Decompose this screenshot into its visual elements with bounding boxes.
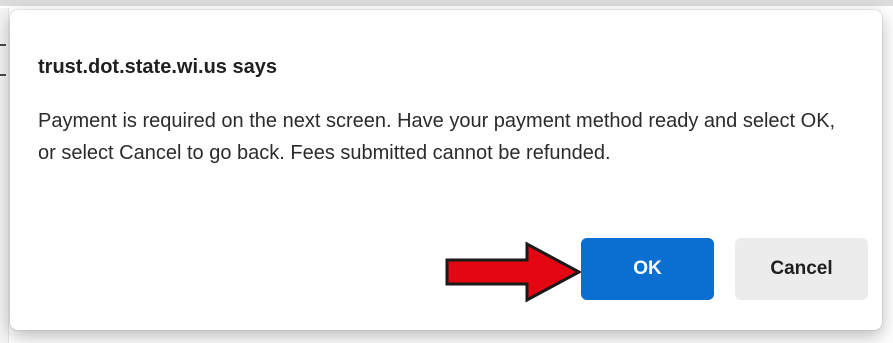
- dialog-message: Payment is required on the next screen. …: [38, 110, 836, 164]
- background-page-edge: [0, 0, 893, 6]
- arrow-shape: [445, 241, 583, 303]
- alert-dialog: trust.dot.state.wi.us says Payment is re…: [10, 10, 882, 330]
- cancel-button[interactable]: Cancel: [735, 238, 868, 300]
- background-page-mark: [0, 44, 6, 46]
- red-arrow-icon: [445, 241, 583, 303]
- background-page-left-edge: [0, 8, 9, 343]
- dialog-title: trust.dot.state.wi.us says: [38, 56, 277, 78]
- page: trust.dot.state.wi.us says Payment is re…: [0, 0, 893, 343]
- background-page-mark: [0, 74, 6, 76]
- ok-button[interactable]: OK: [581, 238, 714, 300]
